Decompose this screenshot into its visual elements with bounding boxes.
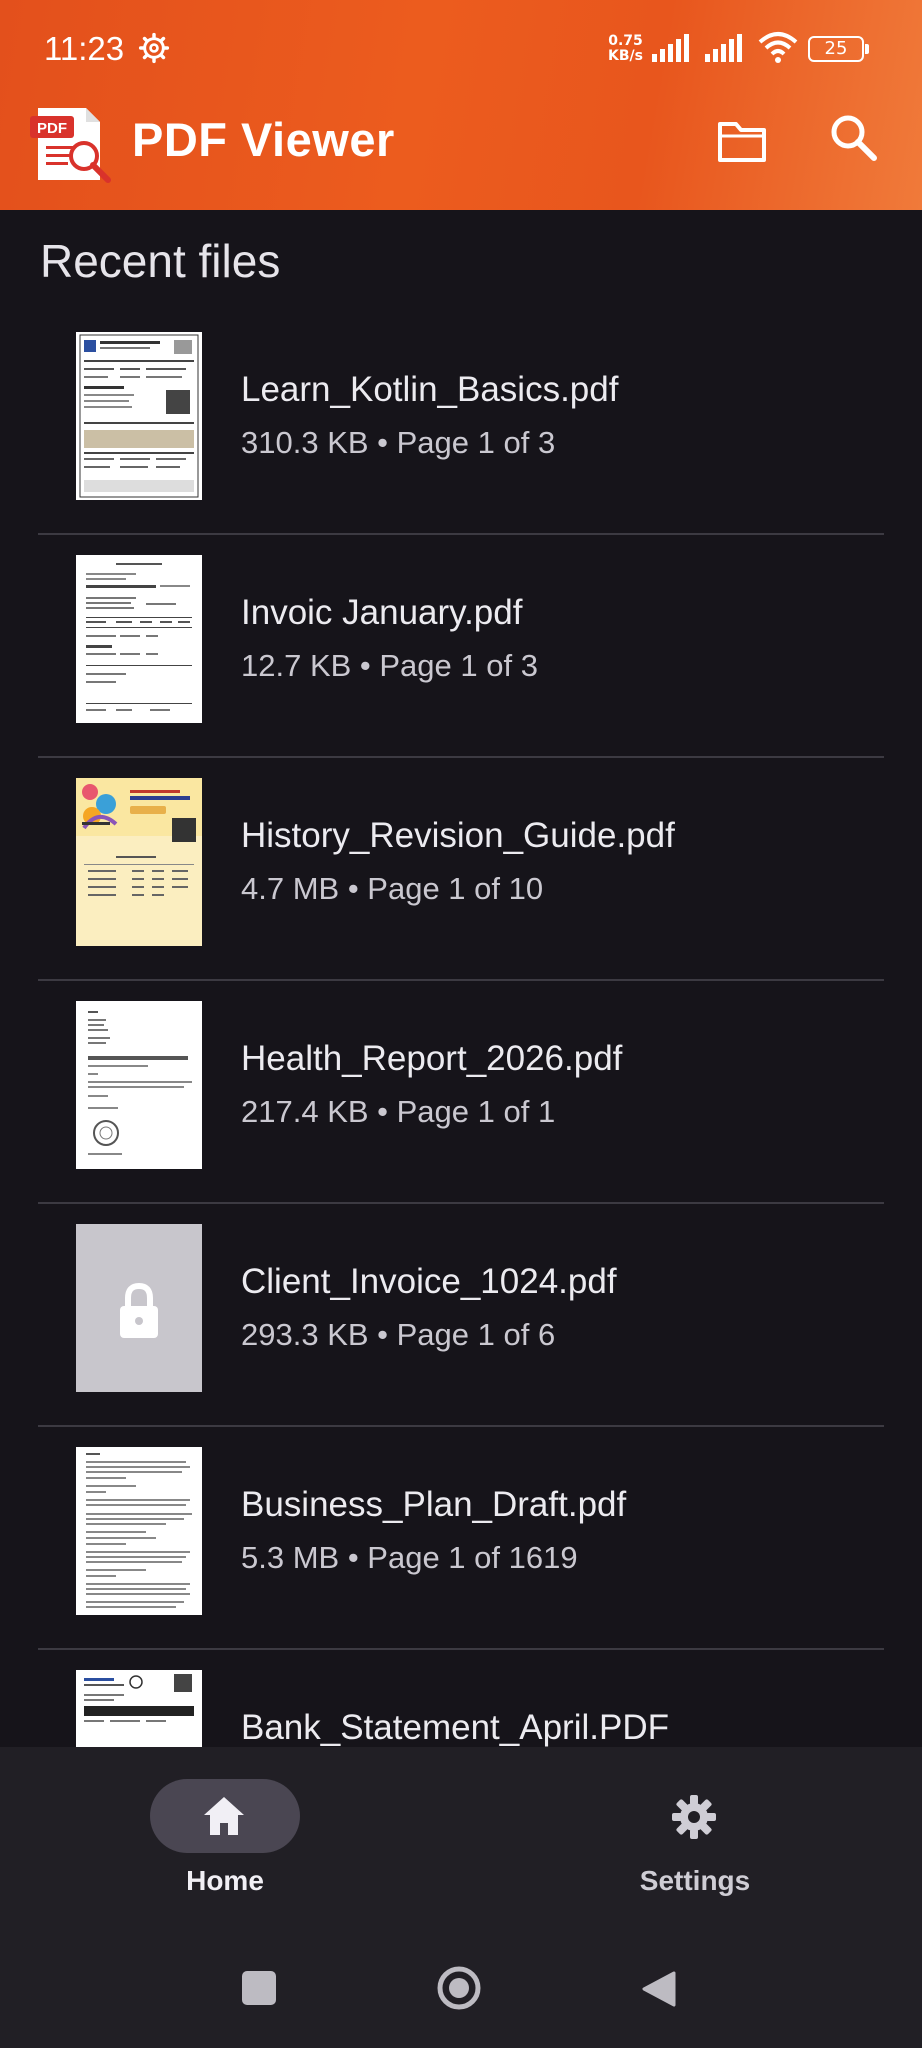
nav-settings-label[interactable]: Settings xyxy=(620,1865,770,1897)
file-meta: 12.7 KB • Page 1 of 3 xyxy=(241,648,538,683)
list-item[interactable]: Learn_Kotlin_Basics.pdf 310.3 KB • Page … xyxy=(38,312,884,535)
list-item[interactable]: Health_Report_2026.pdf 217.4 KB • Page 1… xyxy=(38,981,884,1204)
file-meta: 4.7 MB • Page 1 of 10 xyxy=(241,871,544,906)
file-name: Business_Plan_Draft.pdf xyxy=(241,1485,627,1524)
file-meta: 310.3 KB • Page 1 of 3 xyxy=(241,425,556,460)
wifi-icon xyxy=(758,32,798,63)
recents-button[interactable] xyxy=(242,1971,276,2005)
network-speed-value: 0.75 xyxy=(608,33,643,49)
list-item[interactable]: Client_Invoice_1024.pdf 293.3 KB • Page … xyxy=(38,1204,884,1427)
recent-files-list[interactable]: Learn_Kotlin_Basics.pdf 310.3 KB • Page … xyxy=(38,312,884,1747)
list-item[interactable]: History_Revision_Guide.pdf 4.7 MB • Page… xyxy=(38,758,884,981)
file-name: Bank_Statement_April.PDF xyxy=(241,1708,669,1747)
file-meta: 5.3 MB • Page 1 of 1619 xyxy=(241,1540,578,1575)
bottom-navigation: Home Settings xyxy=(0,1747,922,1927)
pdf-logo-icon: PDF xyxy=(30,108,111,183)
file-name: Client_Invoice_1024.pdf xyxy=(241,1262,617,1301)
pdf-thumbnail xyxy=(76,778,202,946)
file-name: Learn_Kotlin_Basics.pdf xyxy=(241,370,619,409)
list-item[interactable]: Bank_Statement_April.PDF xyxy=(38,1650,884,1747)
gear-icon[interactable] xyxy=(670,1793,718,1841)
home-circle-icon[interactable] xyxy=(436,1965,482,2011)
home-icon[interactable] xyxy=(200,1793,248,1839)
section-title: Recent files xyxy=(40,235,281,287)
file-name: Invoic January.pdf xyxy=(241,593,523,632)
nav-home-label[interactable]: Home xyxy=(150,1865,300,1897)
network-speed-unit: KB/s xyxy=(608,48,643,64)
network-speed: 0.75 KB/s xyxy=(608,34,643,64)
signal-icon xyxy=(652,34,689,62)
lock-icon xyxy=(120,1282,158,1338)
file-meta: 217.4 KB • Page 1 of 1 xyxy=(241,1094,556,1129)
search-icon[interactable] xyxy=(828,112,880,164)
pdf-logo-text: PDF xyxy=(37,120,67,137)
file-name: Health_Report_2026.pdf xyxy=(241,1039,623,1078)
app-header: 11:23 0.75 KB/s 25 PDF PDF Viewer xyxy=(0,0,922,210)
pdf-thumbnail xyxy=(76,555,202,723)
signal-icon xyxy=(705,34,742,62)
app-title: PDF Viewer xyxy=(132,113,395,166)
pdf-thumbnail xyxy=(76,1670,202,1747)
pdf-thumbnail xyxy=(76,1001,202,1169)
list-item[interactable]: Invoic January.pdf 12.7 KB • Page 1 of 3 xyxy=(38,535,884,758)
system-navigation-bar xyxy=(0,1927,922,2048)
folder-icon[interactable] xyxy=(716,118,768,164)
file-meta: 293.3 KB • Page 1 of 6 xyxy=(241,1317,556,1352)
list-item[interactable]: Business_Plan_Draft.pdf 5.3 MB • Page 1 … xyxy=(38,1427,884,1650)
pdf-thumbnail xyxy=(76,332,202,500)
status-time: 11:23 xyxy=(44,30,125,67)
settings-status-icon xyxy=(138,32,170,64)
battery-indicator: 25 xyxy=(808,36,869,62)
back-icon[interactable] xyxy=(640,1969,676,2009)
status-bar: 11:23 0.75 KB/s 25 xyxy=(0,0,922,80)
file-name: History_Revision_Guide.pdf xyxy=(241,816,675,855)
pdf-thumbnail xyxy=(76,1447,202,1615)
locked-thumbnail xyxy=(76,1224,202,1392)
